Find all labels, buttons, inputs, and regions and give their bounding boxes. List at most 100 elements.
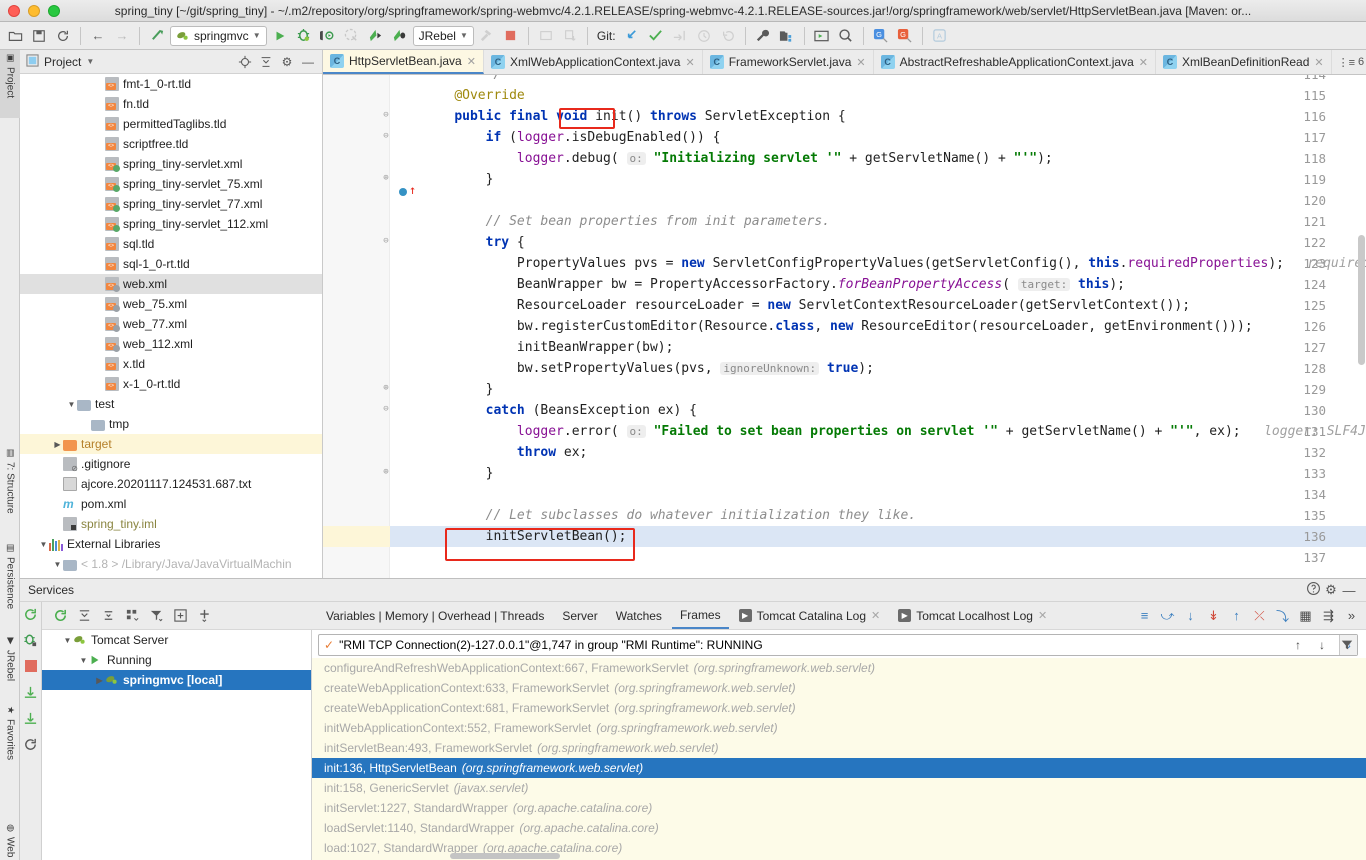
close-icon[interactable]: ✕: [685, 56, 694, 69]
project-tree-item[interactable]: <> web_77.xml: [20, 314, 322, 334]
project-tree-item[interactable]: tmp: [20, 414, 322, 434]
build-icon[interactable]: [146, 25, 168, 47]
project-tree-item[interactable]: <> scriptfree.tld: [20, 134, 322, 154]
rollback-icon[interactable]: [717, 25, 739, 47]
chevron-right-icon[interactable]: ▶: [94, 676, 105, 685]
fold-collapse-icon[interactable]: ⊖: [380, 236, 392, 246]
debugger-tab[interactable]: ▶ Tomcat Catalina Log ✕: [731, 602, 889, 629]
plus-icon[interactable]: [194, 606, 214, 626]
settings-icon[interactable]: ⇶: [1320, 607, 1337, 625]
close-window-button[interactable]: [8, 5, 20, 17]
sync-icon[interactable]: [52, 25, 74, 47]
sidebar-item-project[interactable]: ▣ Project: [0, 50, 20, 118]
debugger-tab[interactable]: Frames: [672, 602, 729, 629]
editor-tab-bar[interactable]: HttpServletBean.java✕XmlWebApplicationCo…: [323, 50, 1366, 75]
code-editor[interactable]: 114 */115 @Override116⊖ public final voi…: [323, 75, 1366, 578]
editor-tab[interactable]: AbstractRefreshableApplicationContext.ja…: [874, 50, 1156, 74]
translate-icon[interactable]: A: [929, 25, 951, 47]
force-step-into-icon[interactable]: ↡: [1205, 607, 1222, 625]
minimize-window-button[interactable]: [28, 5, 40, 17]
code-line[interactable]: 122 ⊖ try {: [323, 232, 1366, 253]
project-structure-icon[interactable]: [776, 25, 798, 47]
code-line[interactable]: 120: [323, 190, 1366, 211]
run-with-coverage-icon[interactable]: [341, 25, 363, 47]
expand-all-icon[interactable]: [74, 606, 94, 626]
debugger-tab[interactable]: ▶ Tomcat Localhost Log ✕: [890, 602, 1055, 629]
frame-row[interactable]: createWebApplicationContext:633, Framewo…: [312, 678, 1366, 698]
step-out-icon[interactable]: ↑: [1228, 607, 1245, 625]
editor-vertical-scrollbar[interactable]: [1358, 235, 1365, 365]
collapse-all-icon[interactable]: [98, 606, 118, 626]
google-translate-icon[interactable]: G: [870, 25, 892, 47]
project-tree-item[interactable]: ajcore.20201117.124531.687.txt: [20, 474, 322, 494]
project-tree-item[interactable]: .gitignore: [20, 454, 322, 474]
project-tree-item[interactable]: <> x.tld: [20, 354, 322, 374]
collapse-all-icon[interactable]: [258, 54, 274, 70]
frames-horizontal-scrollbar[interactable]: [450, 853, 560, 859]
project-tree[interactable]: <> fmt-1_0-rt.tld <> fn.tld <> permittedTagli…: [20, 74, 322, 578]
up-arrow-icon[interactable]: ↑: [1288, 638, 1308, 652]
frame-row[interactable]: initServletBean:493, FrameworkServlet (or…: [312, 738, 1366, 758]
debugger-tab[interactable]: Variables | Memory | Overhead | Threads: [318, 602, 552, 629]
sidebar-item-favorites[interactable]: ★ Favorites: [0, 702, 20, 778]
open-folder-icon[interactable]: [4, 25, 26, 47]
breakpoint-marker-icon[interactable]: [399, 188, 407, 196]
frame-row[interactable]: createWebApplicationContext:681, Framewo…: [312, 698, 1366, 718]
console-icon[interactable]: ≡: [1136, 607, 1153, 625]
frame-row[interactable]: loadServlet:1140, StandardWrapper (org.ap…: [312, 818, 1366, 838]
project-tree-item[interactable]: <> sql-1_0-rt.tld: [20, 254, 322, 274]
services-tree[interactable]: ▼ Tomcat Server ▼ Running ▶ springmvc [local]: [42, 630, 312, 860]
settings-wrench-icon[interactable]: [752, 25, 774, 47]
git-update-icon[interactable]: [621, 25, 643, 47]
fold-expand-icon[interactable]: ⊕: [380, 383, 392, 393]
group-icon[interactable]: [122, 606, 142, 626]
code-line[interactable]: 117 ⊖ if (logger.isDebugEnabled()) {: [323, 127, 1366, 148]
project-tree-item[interactable]: <> x-1_0-rt.tld: [20, 374, 322, 394]
code-line[interactable]: 135 // Let subclasses do whatever initia…: [323, 505, 1366, 526]
code-line[interactable]: 118 logger.debug( o: "Initializing servl…: [323, 148, 1366, 169]
debugger-tab-bar[interactable]: Variables | Memory | Overhead | Threads S…: [312, 602, 1366, 630]
project-tree-item[interactable]: <> web.xml: [20, 274, 322, 294]
minimize-icon[interactable]: —: [300, 54, 316, 70]
project-tree-item[interactable]: <> web_75.xml: [20, 294, 322, 314]
close-icon[interactable]: ✕: [1038, 609, 1047, 622]
debug-attach-icon[interactable]: [317, 25, 339, 47]
forward-arrow-icon[interactable]: →: [111, 25, 133, 47]
frame-row[interactable]: initWebApplicationContext:552, Framework…: [312, 718, 1366, 738]
evaluate-icon[interactable]: ▦: [1297, 607, 1314, 625]
close-icon[interactable]: ✕: [1314, 56, 1323, 69]
git-commit-icon[interactable]: [645, 25, 667, 47]
code-line[interactable]: 125 ResourceLoader resourceLoader = new …: [323, 295, 1366, 316]
debug-service-icon[interactable]: [22, 632, 40, 648]
debugger-tab[interactable]: Watches: [608, 602, 670, 629]
services-tree-item[interactable]: ▶ springmvc [local]: [42, 670, 311, 690]
chevron-down-icon[interactable]: ▼: [66, 400, 77, 409]
project-tree-item[interactable]: <> spring_tiny-servlet_75.xml: [20, 174, 322, 194]
project-tree-item[interactable]: spring_tiny.iml: [20, 514, 322, 534]
sidebar-item-web[interactable]: ◍ Web: [0, 820, 20, 860]
down-arrow-icon[interactable]: ↓: [1312, 638, 1332, 652]
code-line[interactable]: 136 initServletBean();: [323, 526, 1366, 547]
close-icon[interactable]: ✕: [856, 56, 865, 69]
search-everywhere-icon[interactable]: [835, 25, 857, 47]
jrebel-debug-icon[interactable]: [389, 25, 411, 47]
close-icon[interactable]: ✕: [1139, 56, 1148, 69]
code-line[interactable]: 129 ⊕ }: [323, 379, 1366, 400]
fold-expand-icon[interactable]: ⊕: [380, 467, 392, 477]
fold-collapse-icon[interactable]: ⊖: [380, 131, 392, 141]
project-tree-item[interactable]: <> web_112.xml: [20, 334, 322, 354]
code-line[interactable]: 126 bw.registerCustomEditor(Resource.cla…: [323, 316, 1366, 337]
run-anything-icon[interactable]: [811, 25, 833, 47]
run-icon[interactable]: [269, 25, 291, 47]
google-translate-alt-icon[interactable]: G: [894, 25, 916, 47]
frame-row[interactable]: initServlet:1227, StandardWrapper (org.ap…: [312, 798, 1366, 818]
project-tree-item[interactable]: ▼ < 1.8 > /Library/Java/JavaVirtualMachin: [20, 554, 322, 574]
run-to-cursor-icon[interactable]: ⤵: [1274, 607, 1291, 625]
save-all-icon[interactable]: [28, 25, 50, 47]
fold-collapse-icon[interactable]: ⊖: [380, 110, 392, 120]
code-line[interactable]: 115 @Override: [323, 85, 1366, 106]
code-line[interactable]: 131 logger.error( o: "Failed to set bean…: [323, 421, 1366, 442]
attach-icon[interactable]: [535, 25, 557, 47]
frame-row[interactable]: init:136, HttpServletBean (org.springfram…: [312, 758, 1366, 778]
debugger-tab[interactable]: Server: [554, 602, 605, 629]
